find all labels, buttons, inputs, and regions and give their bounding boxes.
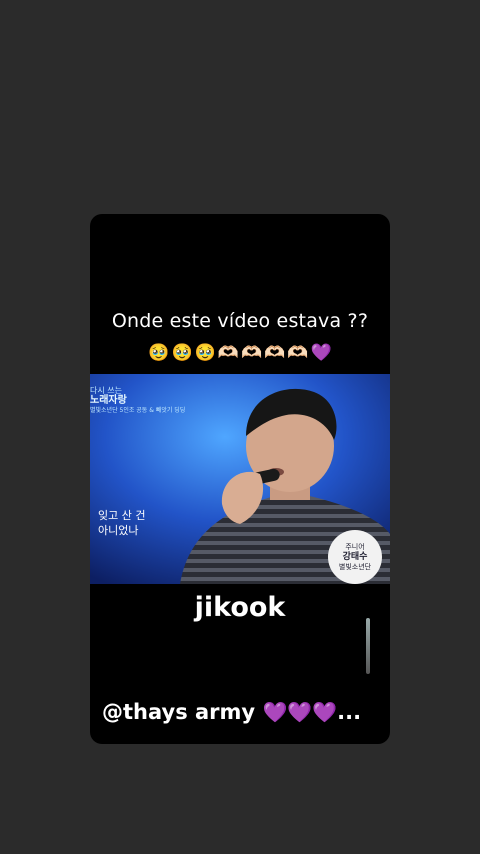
subtitle-line: 아니었나 bbox=[98, 524, 139, 537]
show-logo-line: 노래자랑 bbox=[90, 395, 127, 406]
video-card[interactable]: Onde este vídeo estava ?? 🥹 🥹 🥹 🫶🏻 🫶🏻 🫶🏻 🫶🏻 💜 bbox=[90, 214, 390, 744]
emoji-row: 🥹 🥹 🥹 🫶🏻 🫶🏻 🫶🏻 🫶🏻 💜 bbox=[90, 342, 390, 364]
show-logo: 다시 쓰는 노래자랑 별빛소년단 5인조 공동 & 빼앗기 딩딩 bbox=[90, 386, 186, 426]
badge-line: 주니어 bbox=[345, 543, 365, 551]
purple-heart-icon: 💜 bbox=[310, 343, 332, 363]
heart-hands-icon: 🫶🏻 bbox=[287, 343, 309, 363]
pleading-face-icon: 🥹 bbox=[148, 343, 170, 363]
name-badge: 주니어 강태수 별빛소년단 bbox=[328, 530, 382, 584]
purple-hearts-icon: 💜💜💜 bbox=[262, 700, 338, 724]
video-subtitle: 잊고 산 건 아니었나 bbox=[98, 508, 145, 538]
show-logo-line: 별빛소년단 5인조 공동 & 빼앗기 딩딩 bbox=[90, 407, 186, 414]
overlay-title: jikook bbox=[194, 592, 286, 623]
pleading-face-icon: 🥹 bbox=[171, 343, 193, 363]
scrollbar[interactable] bbox=[366, 618, 370, 674]
author-ellipsis: ... bbox=[337, 700, 362, 724]
author-name: @thays army bbox=[102, 700, 256, 724]
heart-hands-icon: 🫶🏻 bbox=[264, 343, 286, 363]
subtitle-line: 잊고 산 건 bbox=[98, 509, 146, 522]
author-handle[interactable]: @thays army 💜💜💜... bbox=[102, 700, 390, 724]
pleading-face-icon: 🥹 bbox=[194, 343, 216, 363]
video-frame[interactable]: 다시 쓰는 노래자랑 별빛소년단 5인조 공동 & 빼앗기 딩딩 잊고 산 건 … bbox=[90, 374, 390, 584]
heart-hands-icon: 🫶🏻 bbox=[241, 343, 263, 363]
caption-question: Onde este vídeo estava ?? bbox=[111, 310, 369, 332]
badge-line: 강태수 bbox=[342, 552, 368, 562]
badge-line: 별빛소년단 bbox=[338, 563, 372, 571]
heart-hands-icon: 🫶🏻 bbox=[217, 343, 239, 363]
